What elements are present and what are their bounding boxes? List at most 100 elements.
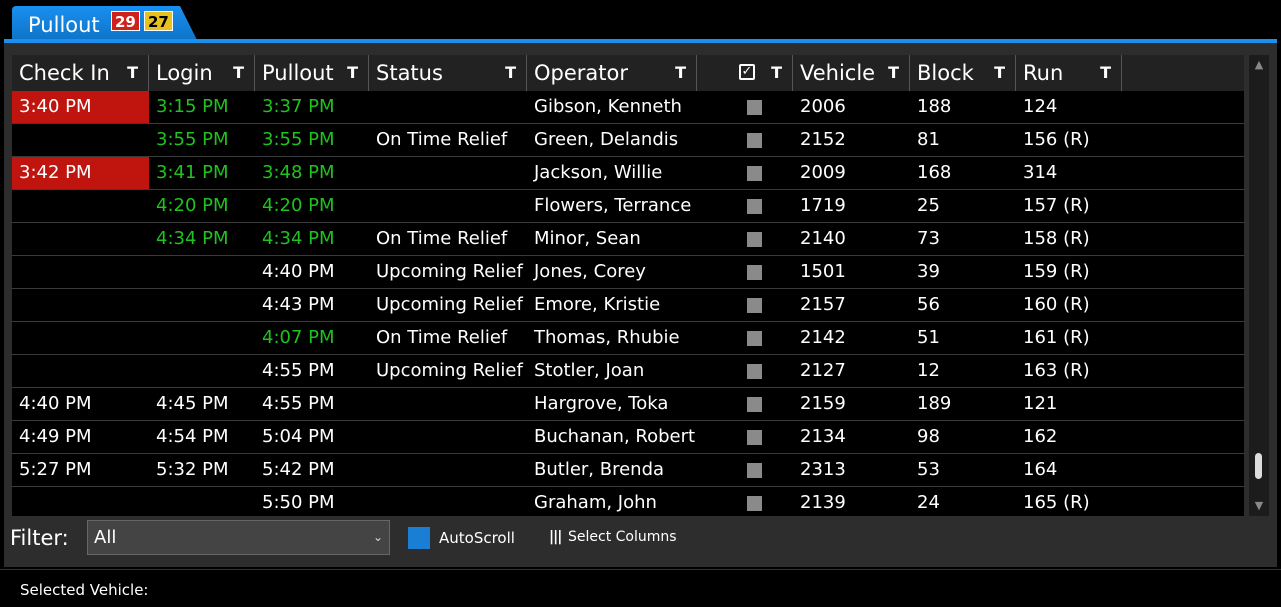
- cell-checkin: [12, 124, 149, 156]
- table-row[interactable]: 5:50 PM Graham, John 2139 24 165 (R): [12, 487, 1244, 516]
- cell-run: 164: [1023, 459, 1058, 480]
- vertical-scrollbar[interactable]: ▲ ▼: [1249, 55, 1269, 516]
- table-row[interactable]: 4:40 PM Upcoming Relief Jones, Corey 1501 39…: [12, 256, 1244, 289]
- row-checkbox[interactable]: [747, 100, 762, 115]
- cell-operator: Jackson, Willie: [534, 162, 663, 183]
- select-columns-button[interactable]: Select Columns: [568, 529, 677, 545]
- cell-block: 24: [917, 492, 940, 513]
- row-checkbox[interactable]: [747, 430, 762, 445]
- cell-vehicle: 1719: [800, 195, 846, 216]
- cell-operator: Butler, Brenda: [534, 459, 665, 480]
- cell-run: 156 (R): [1023, 129, 1090, 150]
- table-row[interactable]: 4:07 PM On Time Relief Thomas, Rhubie 2142 5…: [12, 322, 1244, 355]
- table-row[interactable]: 4:20 PM 4:20 PM Flowers, Terrance 1719 25 157…: [12, 190, 1244, 223]
- column-header-run[interactable]: Run T: [1016, 55, 1122, 91]
- cell-login: 3:41 PM: [156, 162, 229, 183]
- scroll-up-arrow-icon[interactable]: ▲: [1249, 55, 1269, 75]
- autoscroll-label[interactable]: AutoScroll: [439, 529, 515, 547]
- cell-login: 4:45 PM: [156, 393, 229, 414]
- cell-checkin: [12, 355, 149, 387]
- filter-icon[interactable]: T: [127, 55, 138, 91]
- cell-run: 124: [1023, 96, 1058, 117]
- filter-icon[interactable]: T: [771, 55, 782, 91]
- grid-rows: 3:40 PM 3:15 PM 3:37 PM Gibson, Kenneth 2006…: [12, 91, 1244, 516]
- column-header-label: Status: [376, 61, 443, 85]
- scroll-down-arrow-icon[interactable]: ▼: [1249, 496, 1269, 516]
- column-header-check[interactable]: ✓ T: [697, 55, 793, 91]
- table-row[interactable]: 4:40 PM 4:45 PM 4:55 PM Hargrove, Toka 2159 1…: [12, 388, 1244, 421]
- chevron-down-icon: ⌄: [372, 530, 383, 544]
- row-checkbox[interactable]: [747, 166, 762, 181]
- filter-icon[interactable]: T: [675, 55, 686, 91]
- filter-icon[interactable]: T: [505, 55, 516, 91]
- scroll-thumb[interactable]: [1255, 453, 1262, 479]
- column-header-label: Check In: [19, 61, 110, 85]
- cell-checkin: [12, 256, 149, 288]
- row-checkbox-cell: [697, 223, 793, 255]
- cell-vehicle: 2142: [800, 327, 846, 348]
- cell-checkin: [12, 190, 149, 222]
- row-checkbox[interactable]: [747, 232, 762, 247]
- select-all-checkbox-icon[interactable]: ✓: [739, 64, 755, 80]
- columns-icon[interactable]: |||: [549, 529, 562, 545]
- cell-run: 157 (R): [1023, 195, 1090, 216]
- cell-login: [149, 487, 255, 516]
- cell-vehicle: 2134: [800, 426, 846, 447]
- cell-run: 314: [1023, 162, 1058, 183]
- cell-run: 121: [1023, 393, 1058, 414]
- column-header-login[interactable]: Login T: [149, 55, 255, 91]
- cell-pullout: 3:48 PM: [262, 162, 335, 183]
- table-row[interactable]: 5:27 PM 5:32 PM 5:42 PM Butler, Brenda 2313 5…: [12, 454, 1244, 487]
- filter-icon[interactable]: T: [347, 55, 358, 91]
- cell-vehicle: 2157: [800, 294, 846, 315]
- autoscroll-checkbox[interactable]: [408, 527, 430, 549]
- row-checkbox[interactable]: [747, 397, 762, 412]
- row-checkbox[interactable]: [747, 298, 762, 313]
- column-header-status[interactable]: Status T: [369, 55, 527, 91]
- row-checkbox[interactable]: [747, 364, 762, 379]
- table-row[interactable]: 3:40 PM 3:15 PM 3:37 PM Gibson, Kenneth 2006…: [12, 91, 1244, 124]
- column-header-block[interactable]: Block T: [910, 55, 1016, 91]
- row-checkbox[interactable]: [747, 463, 762, 478]
- cell-operator: Buchanan, Robert: [534, 426, 696, 447]
- tab-label: Pullout: [28, 13, 100, 37]
- filter-icon[interactable]: T: [1100, 55, 1111, 91]
- row-checkbox[interactable]: [747, 331, 762, 346]
- cell-status: [369, 388, 527, 420]
- filter-icon[interactable]: T: [888, 55, 899, 91]
- column-header-checkin[interactable]: Check In T: [12, 55, 149, 91]
- filter-select[interactable]: All ⌄: [87, 520, 390, 555]
- table-row[interactable]: 4:49 PM 4:54 PM 5:04 PM Buchanan, Robert 213…: [12, 421, 1244, 454]
- row-checkbox[interactable]: [747, 496, 762, 511]
- cell-status: [369, 157, 527, 189]
- filter-icon[interactable]: T: [994, 55, 1005, 91]
- row-checkbox[interactable]: [747, 133, 762, 148]
- cell-login: 5:32 PM: [156, 459, 229, 480]
- cell-operator: Green, Delandis: [534, 129, 679, 150]
- column-header-operator[interactable]: Operator T: [527, 55, 697, 91]
- cell-pullout: 4:55 PM: [262, 360, 335, 381]
- cell-status: On Time Relief: [376, 129, 508, 150]
- table-row[interactable]: 3:55 PM 3:55 PM On Time Relief Green, Delan…: [12, 124, 1244, 157]
- row-checkbox[interactable]: [747, 199, 762, 214]
- selected-vehicle-label: Selected Vehicle:: [20, 581, 149, 599]
- table-row[interactable]: 3:42 PM 3:41 PM 3:48 PM Jackson, Willie 2009…: [12, 157, 1244, 190]
- row-checkbox-cell: [697, 454, 793, 486]
- table-row[interactable]: 4:43 PM Upcoming Relief Emore, Kristie 2157…: [12, 289, 1244, 322]
- table-row[interactable]: 4:34 PM 4:34 PM On Time Relief Minor, Sean 2…: [12, 223, 1244, 256]
- table-row[interactable]: 4:55 PM Upcoming Relief Stotler, Joan 2127 1…: [12, 355, 1244, 388]
- row-checkbox-cell: [697, 487, 793, 516]
- column-header-label: Operator: [534, 61, 628, 85]
- column-header-vehicle[interactable]: Vehicle T: [793, 55, 910, 91]
- row-checkbox[interactable]: [747, 265, 762, 280]
- column-header-pullout[interactable]: Pullout T: [255, 55, 369, 91]
- cell-pullout: 5:04 PM: [262, 426, 335, 447]
- cell-status: [369, 190, 527, 222]
- cell-status: [369, 454, 527, 486]
- cell-pullout: 5:42 PM: [262, 459, 335, 480]
- cell-operator: Hargrove, Toka: [534, 393, 669, 414]
- cell-block: 51: [917, 327, 940, 348]
- filter-icon[interactable]: T: [233, 55, 244, 91]
- cell-run: 161 (R): [1023, 327, 1090, 348]
- tab-pullout[interactable]: Pullout 29 27: [12, 6, 197, 40]
